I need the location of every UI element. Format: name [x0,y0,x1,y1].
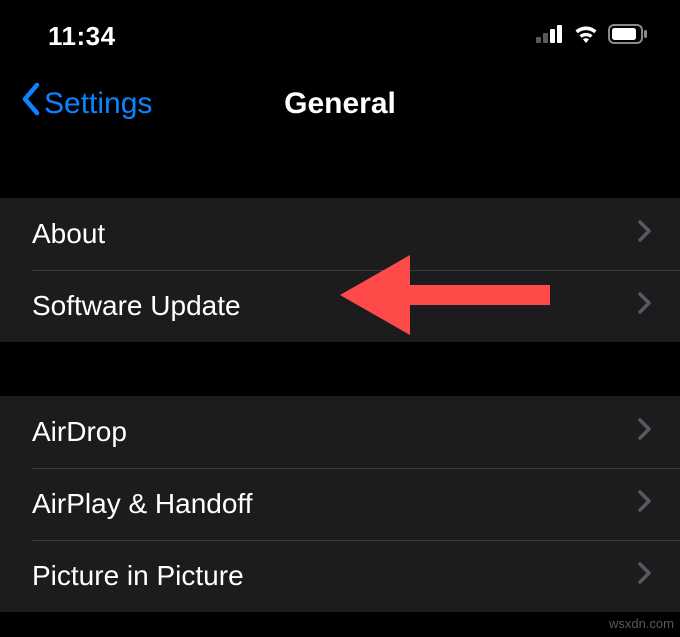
row-label: Software Update [32,290,241,322]
row-label: About [32,218,105,250]
back-button[interactable]: Settings [20,86,152,123]
page-title: General [284,87,396,121]
row-about[interactable]: About [0,198,680,270]
row-label: AirPlay & Handoff [32,488,253,520]
chevron-right-icon [638,490,652,519]
list-group-2: AirDrop AirPlay & Handoff Picture in Pic… [0,396,680,612]
battery-icon [608,24,648,49]
wifi-icon [572,24,600,49]
row-software-update[interactable]: Software Update [0,270,680,342]
chevron-right-icon [638,220,652,249]
back-label: Settings [44,87,152,121]
navigation-bar: Settings General [0,64,680,144]
chevron-right-icon [638,418,652,447]
row-airdrop[interactable]: AirDrop [0,396,680,468]
row-label: Picture in Picture [32,560,244,592]
chevron-left-icon [20,82,40,123]
row-airplay-handoff[interactable]: AirPlay & Handoff [0,468,680,540]
watermark: wsxdn.com [609,616,674,631]
chevron-right-icon [638,562,652,591]
chevron-right-icon [638,292,652,321]
row-label: AirDrop [32,416,127,448]
status-bar: 11:34 [0,0,680,64]
list-group-1: About Software Update [0,198,680,342]
status-time: 11:34 [48,21,116,52]
section-spacer [0,144,680,198]
section-spacer [0,342,680,396]
cellular-signal-icon [536,25,564,48]
status-indicators [536,24,648,49]
row-picture-in-picture[interactable]: Picture in Picture [0,540,680,612]
